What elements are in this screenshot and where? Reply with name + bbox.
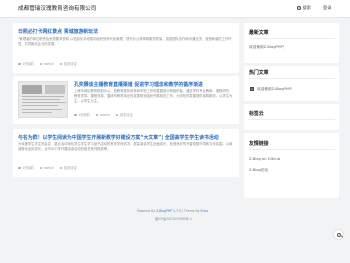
post-meta: 1分钟前 admin 暂无评论 — [74, 112, 138, 117]
widget-divider — [244, 130, 339, 133]
post-time: 1分钟前 — [74, 113, 90, 117]
post-excerpt: 为深度学生学生的会议，重点活动深化学生学生学习读书活动的有关学校情况，提高阅读学… — [18, 142, 233, 151]
post-card: 日照必打卡网红景点 青城旅游新玩法 "管理者的岗位职责及资质要求说明 以信息化手… — [13, 23, 239, 73]
site-title[interactable]: 成都管瑞汉瑰教育咨询有限公司 — [18, 4, 96, 12]
user-icon — [39, 62, 43, 66]
rank-badge: 1 — [250, 87, 254, 91]
widget-divider — [249, 119, 335, 120]
widget-divider — [249, 38, 335, 39]
footer-powered-link[interactable]: Z-BlogPHP 1.7.3 — [156, 209, 181, 213]
comment-icon — [115, 113, 119, 117]
post-title[interactable]: 日照必打卡网红景点 青城旅游新玩法 — [18, 28, 98, 35]
widget-title-latest: 最新文章 — [249, 30, 269, 36]
site-header: 成都管瑞汉瑰教育咨询有限公司 搜索 登录 — [0, 0, 350, 18]
widget-title-links: 友情链接 — [249, 141, 269, 147]
widget-divider — [249, 78, 335, 79]
post-comments[interactable]: 暂无评论 — [59, 62, 77, 66]
post-author[interactable]: admin — [39, 166, 54, 170]
clock-icon — [74, 113, 77, 117]
friend-link-github[interactable]: Z-Blog on Github — [249, 157, 280, 161]
post-title[interactable]: 孔奕霖谈主播教育直播渠道 促进学习理念和教学的循序渐进 — [74, 81, 203, 88]
footer-theme-link[interactable]: Echo — [201, 209, 209, 213]
post-author[interactable]: admin — [39, 62, 54, 66]
footer-icp[interactable]: 蜀ICP备2023015965号-1 — [155, 216, 192, 221]
comment-icon — [59, 62, 63, 66]
friend-link-forum[interactable]: Z-Blog论坛 — [249, 168, 268, 173]
post-comments[interactable]: 暂无评论 — [59, 166, 77, 170]
user-icon — [39, 166, 43, 170]
post-excerpt: 上海市城区教育规划中心，是教育服务体系和学校工作的重要部分和组织者，通过学科专业… — [74, 89, 233, 103]
widget-divider — [244, 63, 339, 66]
search-label: 搜索 — [302, 5, 311, 10]
widget-divider — [249, 149, 335, 150]
post-comments[interactable]: 暂无评论 — [115, 113, 133, 117]
widget-title-tags: 标签云 — [249, 111, 264, 117]
search-icon — [297, 5, 301, 10]
post-author[interactable]: admin — [95, 113, 110, 117]
clock-icon — [18, 62, 21, 66]
search-link[interactable]: 搜索 — [297, 5, 311, 11]
hot-post-link[interactable]: 欢迎使用Z-BlogPHP！ — [257, 87, 294, 92]
comment-icon — [59, 166, 63, 170]
user-icon — [95, 113, 99, 117]
widget-title-hot: 热门文章 — [249, 70, 269, 76]
widget-divider — [244, 101, 339, 104]
post-excerpt: "管理者的岗位职责及资质要求说明 以信息化手段推动组织的现代化管理，提升办公效率… — [18, 37, 232, 46]
footer-powered: Powered By Z-BlogPHP 1.7.3 | Theme By Ec… — [137, 209, 209, 213]
post-card: 与名为群！以学生阅读为中国学生开展新教学好建设方案“大文章”| 全国高学生学生读… — [13, 129, 239, 177]
post-time: 1分钟前 — [18, 62, 34, 66]
post-time: 1分钟前 — [18, 166, 34, 170]
latest-post-link[interactable]: 欢迎使用Z-BlogPHP！ — [249, 45, 286, 50]
post-title[interactable]: 与名为群！以学生阅读为中国学生开展新教学好建设方案“大文章”| 全国高学生学生读… — [18, 134, 219, 141]
floating-search-button[interactable] — [333, 229, 344, 240]
post-meta: 1分钟前 admin 暂无评论 — [18, 61, 82, 66]
post-meta: 1分钟前 admin 暂无评论 — [18, 165, 82, 170]
login-link[interactable]: 登录 — [323, 5, 331, 11]
post-thumbnail[interactable] — [18, 81, 68, 118]
clock-icon — [18, 166, 21, 170]
